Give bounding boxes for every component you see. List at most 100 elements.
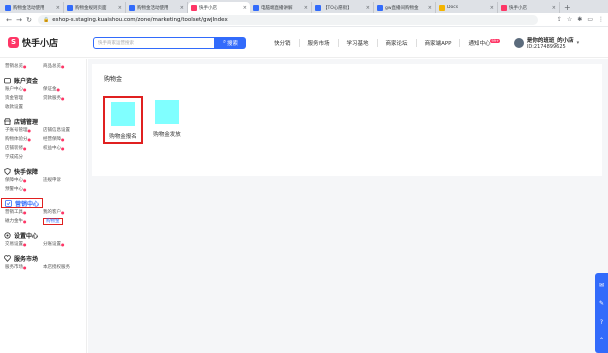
sidebar-item[interactable]: 学成成分: [5, 153, 43, 162]
section-title-label: 账户资金: [14, 77, 39, 85]
sidebar-item[interactable]: 保障中心●: [5, 176, 43, 185]
sidebar-item-shopping-gold[interactable]: 购物金: [43, 217, 81, 226]
browser-tab[interactable]: 购物金规则页面 ×: [64, 2, 126, 13]
sidebar: 营销总览● 商品总览● 账户资金 账户中心● 保证金● 资金管理 贷款服务● 收…: [0, 59, 87, 353]
dot-icon: ●: [61, 137, 65, 142]
section-title-marketing[interactable]: 营销中心: [1, 198, 43, 208]
tab-favicon-icon: [315, 4, 321, 11]
window-icon[interactable]: ▭: [587, 16, 593, 23]
browser-tab-active[interactable]: 快手小店 ×: [188, 2, 250, 13]
forward-arrow-icon[interactable]: →: [14, 16, 24, 24]
close-icon[interactable]: ×: [366, 5, 370, 11]
dot-icon: ●: [23, 87, 27, 92]
nav-item-distribution[interactable]: 快分销: [266, 38, 300, 47]
top-nav: 快分销 服务市场 学习基地 商家论坛 商家端APP 通知中心99+: [266, 38, 508, 47]
tab-title: 购物金活动使用: [137, 5, 169, 11]
sidebar-item[interactable]: 磁力金牛●: [5, 217, 43, 226]
top-icon[interactable]: ⌃: [599, 337, 604, 344]
dot-icon: ●: [23, 210, 27, 215]
sidebar-item[interactable]: 分账设置●: [43, 240, 81, 249]
nav-item-learning[interactable]: 学习基地: [339, 38, 378, 47]
sidebar-item[interactable]: 贷款服务●: [43, 94, 81, 103]
dot-icon: ●: [56, 87, 61, 92]
shield-icon: [4, 167, 11, 175]
close-icon[interactable]: ×: [552, 5, 556, 11]
browser-tab[interactable]: 快手小店 ×: [498, 2, 560, 13]
tool-shopping-gold-signup[interactable]: 购物金报名: [103, 96, 143, 144]
tab-title: 【TO心愿街】: [323, 5, 352, 11]
browser-tab[interactable]: 【TO心愿街】 ×: [312, 2, 374, 13]
nav-item-notifications[interactable]: 通知中心99+: [460, 38, 507, 47]
market-icon: [4, 254, 11, 262]
sidebar-item[interactable]: 经营保障●: [43, 135, 81, 144]
sidebar-item[interactable]: 资金管理: [5, 94, 43, 103]
sidebar-item[interactable]: 交易设置●: [5, 240, 43, 249]
url-bar[interactable]: 🔒 eshop-s.staging.kuaishou.com/zone/mark…: [38, 14, 538, 25]
browser-tab[interactable]: 购物金活动使用 ×: [126, 2, 188, 13]
star-icon[interactable]: ☆: [567, 16, 572, 23]
section-title-account[interactable]: 账户资金: [0, 75, 86, 85]
tab-title: 购物金规则页面: [75, 5, 107, 11]
sidebar-item[interactable]: 权益中心●: [43, 144, 81, 153]
sidebar-item-marketing-overview[interactable]: 营销总览●: [5, 62, 43, 71]
close-icon[interactable]: ×: [490, 5, 494, 11]
browser-tab[interactable]: 电脑端直播讲解 ×: [250, 2, 312, 13]
notification-badge: 99+: [490, 38, 500, 43]
tab-favicon-icon: [5, 4, 11, 11]
sidebar-item[interactable]: 子账号管理●: [5, 126, 43, 135]
section-title-service-market[interactable]: 服务市场: [0, 253, 86, 263]
chat-icon[interactable]: ✉: [599, 282, 604, 289]
sidebar-item[interactable]: 收款设置: [5, 103, 43, 112]
close-icon[interactable]: ×: [56, 5, 60, 11]
settings-icon: [4, 231, 11, 239]
sidebar-item[interactable]: 购物体验分●: [5, 135, 43, 144]
search-button-label: 搜索: [227, 40, 239, 47]
feedback-icon[interactable]: ✎: [599, 300, 604, 307]
extensions-icon[interactable]: ✱: [577, 16, 582, 23]
browser-tab[interactable]: 购物金活动使用 ×: [2, 2, 64, 13]
menu-icon[interactable]: ⋮: [598, 16, 604, 23]
nav-item-app[interactable]: 商家端APP: [417, 38, 461, 47]
tool-shopping-gold-issue[interactable]: 购物金发放: [147, 96, 187, 144]
chevron-down-icon: ▾: [576, 39, 580, 46]
search-input[interactable]: 快手商家运营搜索: [93, 36, 215, 49]
sidebar-item[interactable]: 本店授权服务: [43, 263, 81, 272]
main-content: 购物金 购物金报名 购物金发放: [88, 59, 608, 353]
sidebar-item[interactable]: 店铺装修●: [5, 144, 43, 153]
close-icon[interactable]: ×: [180, 5, 184, 11]
sidebar-item-product-overview[interactable]: 商品总览●: [43, 62, 81, 71]
search-button[interactable]: ⌕ 搜索: [215, 36, 246, 49]
sidebar-item[interactable]: 我的客户●: [43, 208, 81, 217]
section-title-settings[interactable]: 设置中心: [0, 230, 86, 240]
help-icon[interactable]: ?: [600, 319, 603, 326]
sidebar-item-label: 营销工具: [5, 210, 23, 215]
sidebar-item[interactable]: 违规申诉: [43, 176, 81, 185]
sidebar-item-label: 预警中心: [5, 187, 23, 192]
tab-title: gw直播间购物金: [385, 5, 419, 11]
close-icon[interactable]: ×: [428, 5, 432, 11]
back-arrow-icon[interactable]: ←: [4, 16, 14, 24]
browser-tab[interactable]: gw直播间购物金 ×: [374, 2, 436, 13]
sidebar-item[interactable]: 营销工具●: [5, 208, 43, 217]
nav-item-forum[interactable]: 商家论坛: [378, 38, 417, 47]
tab-favicon-icon: [377, 4, 383, 11]
section-title-protection[interactable]: 快手保障: [0, 166, 86, 176]
close-icon[interactable]: ×: [243, 5, 247, 11]
dot-icon: ●: [23, 242, 27, 247]
share-icon[interactable]: ⇪: [557, 16, 562, 23]
sidebar-item[interactable]: 服务市场●: [5, 263, 43, 272]
sidebar-item[interactable]: 预警中心●: [5, 185, 43, 194]
sidebar-item-label: 分账设置: [43, 242, 61, 247]
close-icon[interactable]: ×: [304, 5, 308, 11]
nav-item-service-market[interactable]: 服务市场: [300, 38, 339, 47]
logo[interactable]: S 快手小店: [8, 36, 88, 49]
user-menu[interactable]: 是你的班班_的小店 ID:2174899625 ▾: [513, 36, 580, 50]
sidebar-item[interactable]: 保证金●: [43, 85, 81, 94]
sidebar-item[interactable]: 店铺信息设置: [43, 126, 81, 135]
reload-icon[interactable]: ↻: [24, 16, 34, 24]
new-tab-button[interactable]: +: [560, 2, 575, 13]
section-title-store[interactable]: 店铺管理: [0, 116, 86, 126]
browser-tab[interactable]: Docs ×: [436, 2, 498, 13]
close-icon[interactable]: ×: [118, 5, 122, 11]
sidebar-item[interactable]: 账户中心●: [5, 85, 43, 94]
